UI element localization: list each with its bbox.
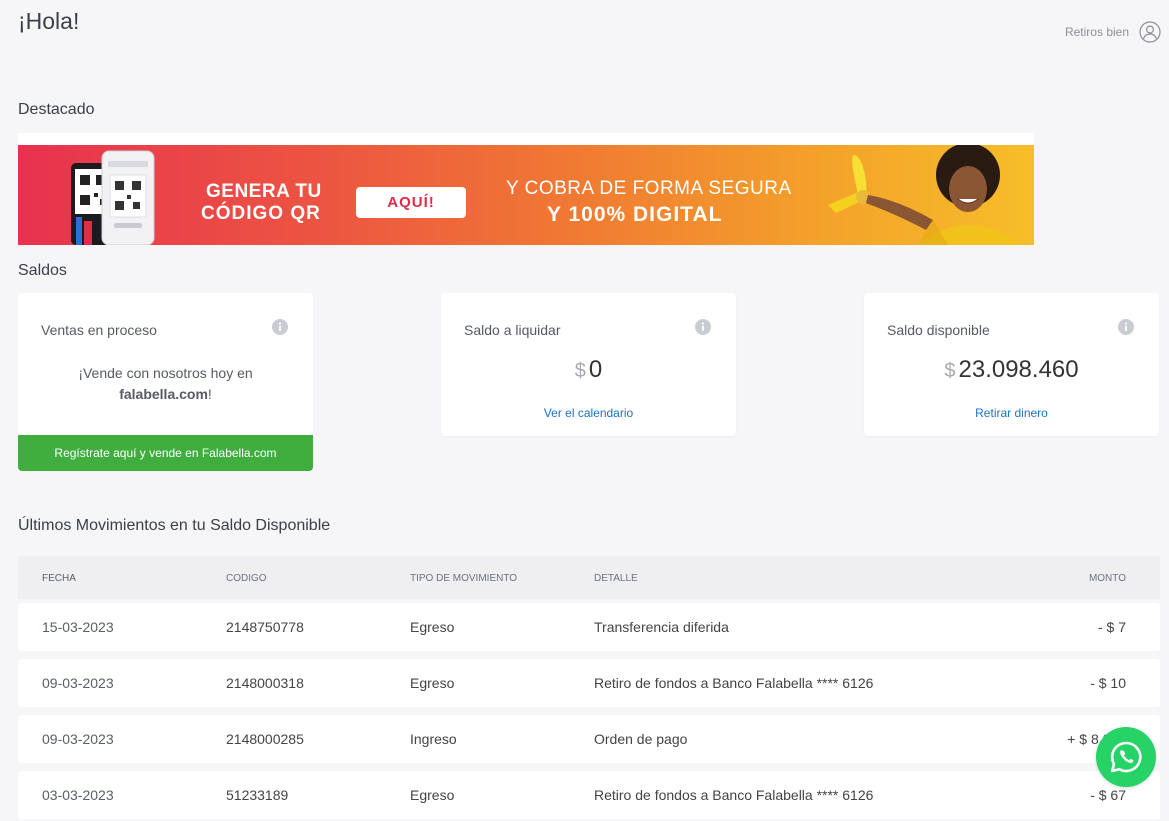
banner-line3: Y COBRA DE FORMA SEGURA [506,178,792,199]
whatsapp-icon [1110,741,1142,773]
brand-name: falabella.com [119,386,208,402]
column-header-amount: Monto [1088,573,1126,584]
cell-date: 09-03-2023 [42,675,114,691]
balance-to-settle-card: Saldo a liquidar $0 Ver el calendario [441,293,736,436]
card-title: Ventas en proceso [41,322,157,338]
withdraw-money-link[interactable]: Retirar dinero [864,406,1159,420]
balances-title: Saldos [18,262,67,279]
user-circle-icon[interactable] [1139,21,1161,43]
column-header-date: Fecha [42,573,76,584]
banner-aqui-button[interactable]: AQUÍ! [356,187,466,218]
info-icon[interactable] [695,319,711,335]
available-balance-card: Saldo disponible $23.098.460 Retirar din… [864,293,1159,436]
cell-code: 2148750778 [226,619,304,635]
user-menu[interactable]: Retiros bien [1065,21,1161,43]
register-seller-button[interactable]: Regístrate aquí y vende en Falabella.com [18,435,313,471]
column-header-type: Tipo de movimiento [410,573,518,584]
user-name[interactable]: Retiros bien [1065,25,1129,39]
page-greeting: ¡Hola! [18,8,80,34]
amount-value: 0 [588,356,603,383]
cell-detail: Retiro de fondos a Banco Falabella **** … [594,787,874,803]
cell-amount: - $ 67 [1090,787,1126,803]
cell-detail: Orden de pago [594,731,688,747]
info-icon[interactable] [272,319,288,335]
cell-type: Egreso [410,787,455,803]
column-header-detail: Detalle [594,573,638,584]
message-brand-line: falabella.com! [18,384,313,405]
featured-title: Destacado [18,101,95,118]
movements-table-header: Fecha Codigo Tipo de movimiento Detalle … [18,556,1160,599]
table-row[interactable]: 09-03-2023 2148000318 Egreso Retiro de f… [18,659,1160,707]
cell-type: Ingreso [410,731,457,747]
banner-line1: GENERA TU [206,181,322,202]
cell-date: 03-03-2023 [42,787,114,803]
featured-banner-frame: GENERA TU CÓDIGO QR AQUÍ! Y COBRA DE FOR… [18,133,1034,245]
banner-line4: Y 100% DIGITAL [547,203,723,226]
currency-symbol: $ [944,360,956,382]
cell-amount: - $ 10 [1090,675,1126,691]
cell-date: 09-03-2023 [42,731,114,747]
cell-code: 51233189 [226,787,289,803]
view-calendar-link[interactable]: Ver el calendario [441,406,736,420]
column-header-code: Codigo [226,573,267,584]
table-row[interactable]: 03-03-2023 51233189 Egreso Retiro de fon… [18,771,1160,819]
cell-code: 2148000285 [226,731,304,747]
card-title: Saldo a liquidar [464,322,561,338]
cell-date: 15-03-2023 [42,619,114,635]
whatsapp-chat-button[interactable] [1096,727,1156,787]
balance-amount: $23.098.460 [864,356,1159,384]
cell-detail: Transferencia diferida [594,619,729,635]
phones-qr-illustration [71,150,155,245]
cell-type: Egreso [410,675,455,691]
person-illustration [828,145,1023,245]
cell-type: Egreso [410,619,455,635]
table-row[interactable]: 09-03-2023 2148000285 Ingreso Orden de p… [18,715,1160,763]
info-icon[interactable] [1118,319,1134,335]
sell-with-us-message: ¡Vende con nosotros hoy en falabella.com… [18,363,313,405]
banner-line2: CÓDIGO QR [201,203,321,224]
table-row[interactable]: 15-03-2023 2148750778 Egreso Transferenc… [18,603,1160,651]
currency-symbol: $ [574,360,586,382]
cell-code: 2148000318 [226,675,304,691]
card-title: Saldo disponible [887,322,990,338]
cell-detail: Retiro de fondos a Banco Falabella **** … [594,675,874,691]
message-line: ¡Vende con nosotros hoy en [78,365,253,381]
amount-value: 23.098.460 [958,356,1079,383]
movements-title: Últimos Movimientos en tu Saldo Disponib… [18,517,331,534]
balance-amount: $0 [441,356,736,384]
sales-in-process-card: Ventas en proceso ¡Vende con nosotros ho… [18,293,313,436]
qr-promo-banner[interactable]: GENERA TU CÓDIGO QR AQUÍ! Y COBRA DE FOR… [18,145,1034,245]
message-end: ! [207,386,212,402]
cell-amount: - $ 7 [1097,619,1126,635]
